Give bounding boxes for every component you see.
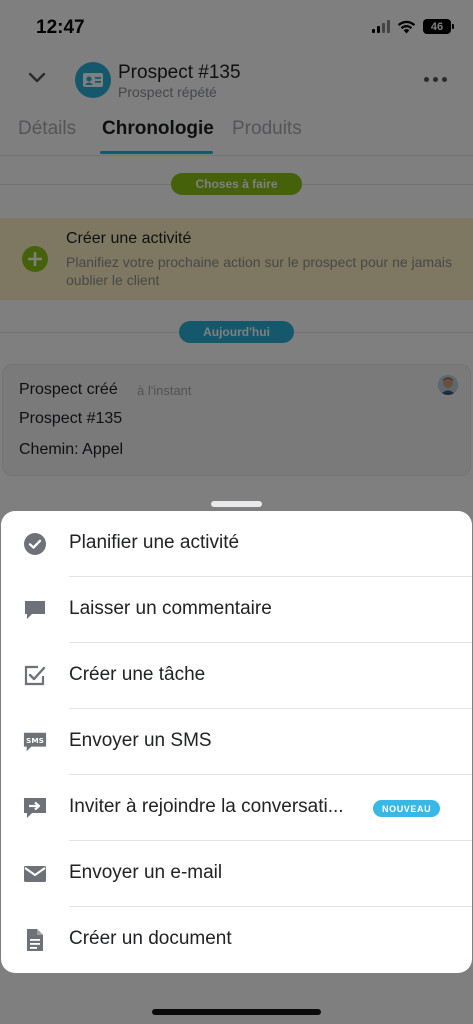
activity-title: Prospect créé [19,381,118,398]
home-indicator[interactable] [152,1009,321,1015]
action-label: Envoyer un e-mail [69,862,223,883]
action-sheet: Planifier une activité Laisser un commen… [1,511,472,973]
tab-chronologie[interactable]: Chronologie [102,118,214,140]
action-invite-conversation[interactable]: Inviter à rejoindre la conversati... NOU… [1,775,472,841]
action-create-document[interactable]: Créer un document [1,907,472,973]
activity-path: Chemin: Appel [19,441,124,458]
status-icons: 46 [372,19,454,34]
tab-details[interactable]: Détails [18,118,76,140]
battery-icon: 46 [423,19,454,34]
action-send-sms[interactable]: SMS Envoyer un SMS [1,709,472,775]
contact-card-icon [83,73,103,87]
action-label: Laisser un commentaire [69,598,272,619]
action-label: Créer un document [69,928,232,949]
page-subtitle: Prospect répété [118,84,217,100]
more-options-icon[interactable] [424,77,447,82]
tab-bar: Détails Chronologie Produits [0,106,473,156]
header: Prospect #135 Prospect répété [0,56,473,106]
status-time: 12:47 [36,17,85,38]
check-circle-icon [23,532,47,556]
action-plan-activity[interactable]: Planifier une activité [1,511,472,577]
todo-pill: Choses à faire [171,173,302,195]
active-tab-indicator [100,151,213,154]
today-pill: Aujourd'hui [179,321,294,343]
page-title: Prospect #135 [118,62,241,83]
chevron-down-icon[interactable] [26,66,48,88]
user-avatar [438,375,458,395]
wifi-icon [397,20,416,33]
mail-icon [23,862,47,886]
sheet-grabber[interactable] [211,501,262,507]
comment-icon [23,598,47,622]
action-create-task[interactable]: Créer une tâche [1,643,472,709]
action-label: Créer une tâche [69,664,206,685]
action-label: Inviter à rejoindre la conversati... [69,796,344,817]
task-checkbox-icon [23,664,47,688]
activity-card[interactable]: Prospect créé à l'instant Prospect #135 … [2,364,471,476]
status-bar: 12:47 46 [0,0,473,56]
prospect-avatar [75,62,111,98]
sms-icon: SMS [23,730,47,754]
signal-icon [372,20,390,33]
action-label: Envoyer un SMS [69,730,212,751]
activity-time: à l'instant [137,383,192,398]
activity-prospect: Prospect #135 [19,410,123,427]
svg-text:SMS: SMS [26,736,44,745]
create-activity-title: Créer une activité [66,230,192,247]
new-badge: NOUVEAU [373,800,441,817]
tab-produits[interactable]: Produits [232,118,302,140]
action-label: Planifier une activité [69,532,240,553]
action-leave-comment[interactable]: Laisser un commentaire [1,577,472,643]
create-activity-card[interactable]: Créer une activité Planifiez votre proch… [0,218,473,300]
document-icon [23,928,47,952]
plus-icon [22,246,48,272]
action-send-email[interactable]: Envoyer un e-mail [1,841,472,907]
create-activity-description: Planifiez votre prochaine action sur le … [66,254,452,288]
invite-chat-icon [23,796,47,820]
